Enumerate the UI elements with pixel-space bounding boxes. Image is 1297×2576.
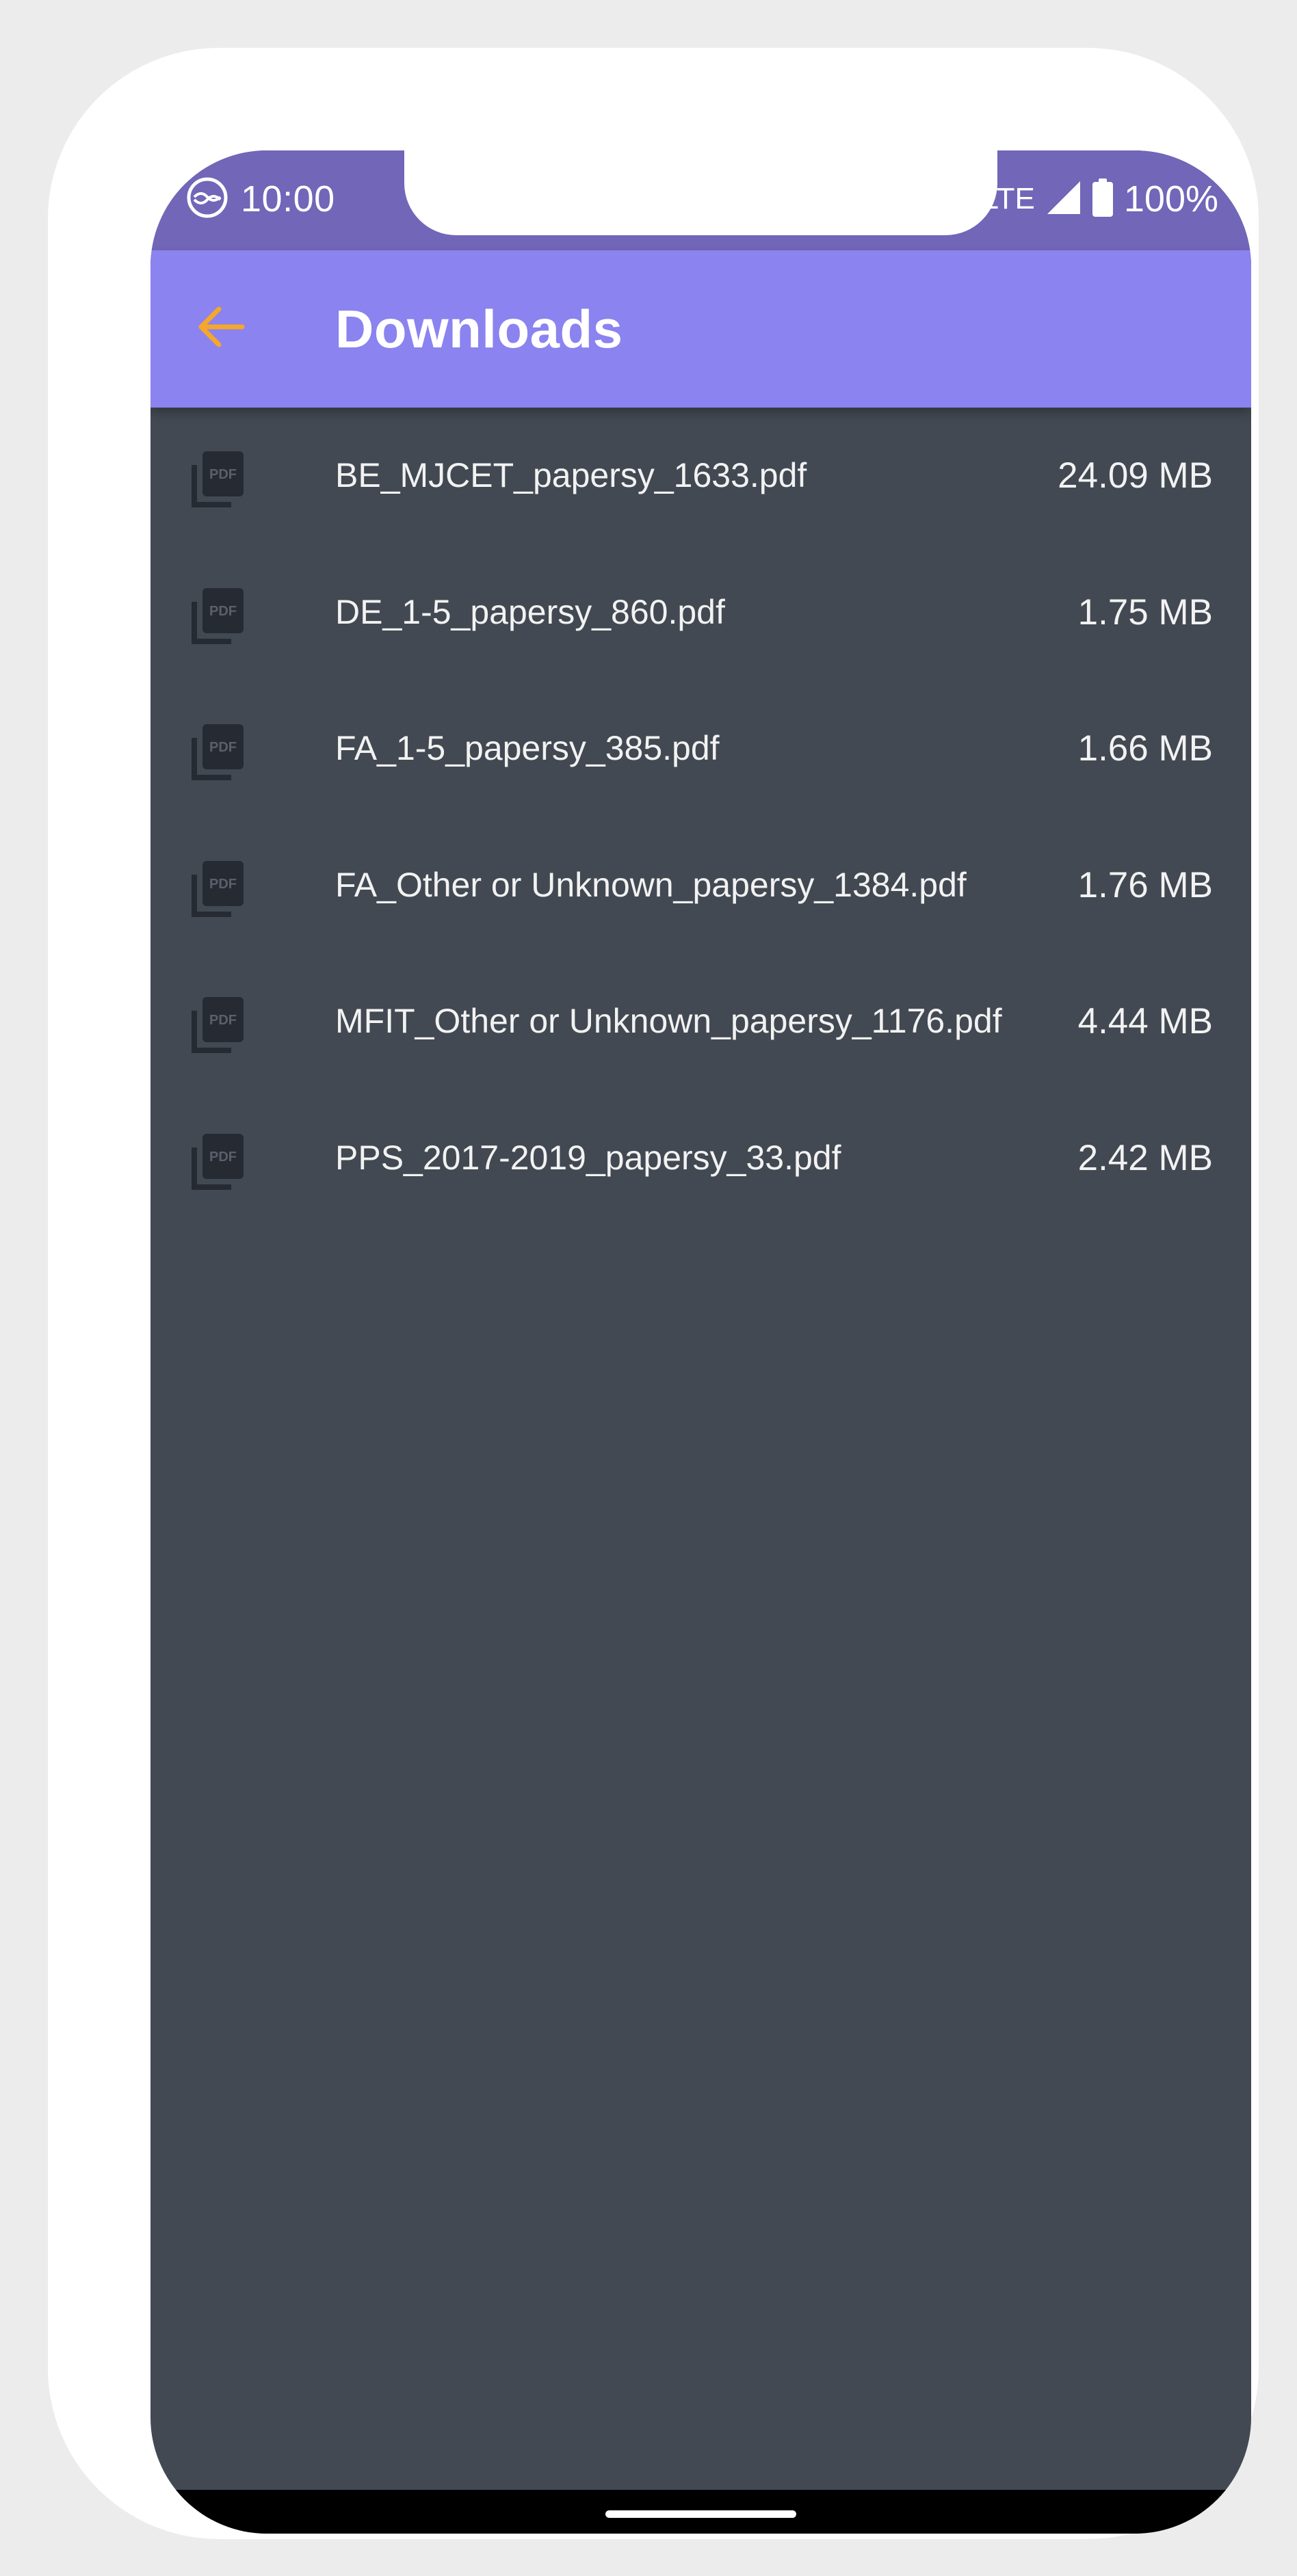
file-name: MFIT_Other or Unknown_papersy_1176.pdf [335, 1002, 1002, 1040]
file-name: FA_1-5_papersy_385.pdf [335, 729, 720, 767]
phone-frame: 10:00 LTE 100% Downloads PDF BE_MJCET_pa… [48, 48, 1259, 2539]
file-size: 2.42 MB [1077, 1137, 1213, 1178]
pdf-file-icon: PDF [192, 1132, 245, 1190]
notification-app-icon [186, 176, 228, 222]
svg-text:PDF: PDF [209, 604, 237, 619]
file-size: 1.75 MB [1077, 592, 1213, 633]
file-name: DE_1-5_papersy_860.pdf [335, 592, 725, 631]
home-indicator[interactable] [605, 2510, 796, 2518]
file-row[interactable]: PDF BE_MJCET_papersy_1633.pdf 24.09 MB [150, 408, 1251, 544]
svg-text:PDF: PDF [209, 467, 237, 482]
status-right: LTE 100% [982, 174, 1218, 224]
battery-icon [1092, 178, 1113, 220]
file-size: 4.44 MB [1077, 1001, 1213, 1041]
pdf-file-icon: PDF [192, 996, 245, 1053]
pdf-file-icon: PDF [192, 587, 245, 644]
status-time: 10:00 [241, 178, 335, 220]
back-button[interactable] [189, 297, 252, 360]
status-left: 10:00 [186, 174, 335, 224]
file-row[interactable]: PDF FA_1-5_papersy_385.pdf 1.66 MB [150, 680, 1251, 817]
file-row[interactable]: PDF FA_Other or Unknown_papersy_1384.pdf… [150, 817, 1251, 954]
svg-text:PDF: PDF [209, 1013, 237, 1028]
file-size: 1.76 MB [1077, 864, 1213, 905]
pdf-file-icon: PDF [192, 723, 245, 780]
system-nav-bar [150, 2490, 1251, 2534]
file-row[interactable]: PDF MFIT_Other or Unknown_papersy_1176.p… [150, 953, 1251, 1090]
file-name: FA_Other or Unknown_papersy_1384.pdf [335, 865, 967, 904]
file-name: BE_MJCET_papersy_1633.pdf [335, 456, 807, 494]
svg-text:PDF: PDF [209, 740, 237, 755]
status-bar: 10:00 LTE 100% [150, 150, 1251, 250]
app-bar: Downloads [150, 250, 1251, 408]
network-type: LTE [982, 182, 1035, 215]
signal-icon [1046, 180, 1082, 219]
downloads-list: PDF BE_MJCET_papersy_1633.pdf 24.09 MB P… [150, 408, 1251, 1226]
file-name: PPS_2017-2019_papersy_33.pdf [335, 1138, 841, 1177]
pdf-file-icon: PDF [192, 450, 245, 507]
page-title: Downloads [335, 299, 623, 359]
file-row[interactable]: PDF PPS_2017-2019_papersy_33.pdf 2.42 MB [150, 1090, 1251, 1227]
arrow-left-icon [196, 306, 245, 351]
file-size: 24.09 MB [1058, 455, 1213, 496]
svg-text:PDF: PDF [209, 1150, 237, 1165]
file-size: 1.66 MB [1077, 728, 1213, 769]
svg-text:PDF: PDF [209, 877, 237, 892]
file-row[interactable]: PDF DE_1-5_papersy_860.pdf 1.75 MB [150, 544, 1251, 681]
battery-percent: 100% [1123, 178, 1218, 220]
pdf-file-icon: PDF [192, 860, 245, 917]
phone-screen: 10:00 LTE 100% Downloads PDF BE_MJCET_pa… [150, 150, 1251, 2534]
camera-notch [404, 150, 997, 235]
